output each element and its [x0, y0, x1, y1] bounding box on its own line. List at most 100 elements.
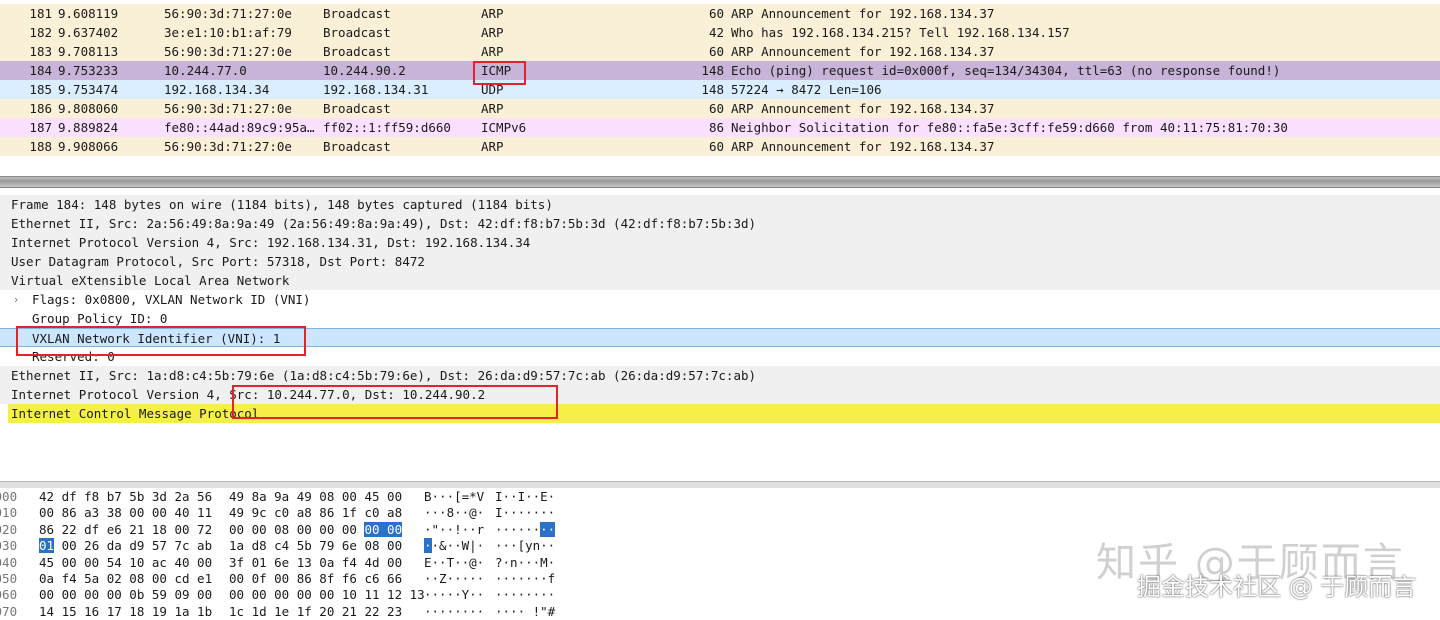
ascii-left[interactable]: ··&··W|· [424, 538, 484, 554]
ascii-text: ·····Y·· [424, 587, 485, 603]
packet-time: 9.708113 [58, 44, 119, 59]
detail-row[interactable]: Virtual eXtensible Local Area Network [0, 271, 1440, 290]
detail-row[interactable]: Ethernet II, Src: 2a:56:49:8a:9a:49 (2a:… [0, 214, 1440, 233]
hex-bytes-text: 00 26 da d9 57 7c ab [54, 538, 213, 554]
packet-time: 9.753474 [58, 82, 119, 97]
packet-row[interactable]: 184 9.753233 10.244.77.0 10.244.90.2 ICMP 148… [0, 61, 1440, 80]
ascii-right[interactable]: I······· [495, 505, 555, 521]
hex-bytes-text: 0a f4 5a 02 08 00 cd e1 [39, 571, 213, 586]
packet-info: Echo (ping) request id=0x000f, seq=134/3… [731, 63, 1281, 78]
ascii-text: E··T··@· [424, 554, 485, 570]
packet-row[interactable]: 187 9.889824 fe80::44ad:89c9:95a… ff02::1:f… [0, 118, 1440, 137]
hex-row[interactable]: 0070 14 15 16 17 18 19 1a 1b 1c 1d 1e 1f 2… [0, 604, 1440, 620]
packet-protocol: ARP [481, 101, 504, 116]
packet-row[interactable]: 188 9.908066 56:90:3d:71:27:0e Broadcast ARP… [0, 137, 1440, 156]
hex-offset: 0000 [0, 489, 18, 504]
hex-bytes-text: 00 00 00 00 00 10 11 12 13 [229, 587, 425, 603]
hex-offset: 0030 [0, 538, 18, 554]
ascii-left[interactable]: ········ [424, 604, 484, 620]
packet-info: ARP Announcement for 192.168.134.37 [731, 6, 995, 21]
ascii-right[interactable]: ········ [495, 587, 555, 603]
detail-text: Frame 184: 148 bytes on wire (1184 bits)… [11, 197, 553, 212]
ascii-right[interactable]: ········ [495, 521, 556, 538]
packet-length: 42 [708, 25, 724, 40]
hex-bytes-right[interactable]: 00 0f 00 86 8f f6 c6 66 [229, 571, 402, 587]
packet-row[interactable]: 183 9.708113 56:90:3d:71:27:0e Broadcast ARP… [0, 42, 1440, 61]
ascii-left[interactable]: ·····Y·· [424, 587, 484, 603]
packet-list[interactable]: 181 9.608119 56:90:3d:71:27:0e Broadcast ARP… [0, 0, 1440, 170]
hex-byte-selected[interactable]: 01 [39, 538, 55, 554]
ascii-selected[interactable]: · [424, 538, 432, 554]
hex-bytes-left[interactable]: 01 00 26 da d9 57 7c ab [39, 538, 212, 554]
pane-splitter-top[interactable] [0, 176, 1440, 188]
packet-row[interactable]: 186 9.808060 56:90:3d:71:27:0e Broadcast ARP… [0, 99, 1440, 118]
hex-row[interactable]: 0010 00 86 a3 38 00 00 40 11 49 9c c0 a8 8… [0, 505, 1440, 521]
ascii-right[interactable]: ·······f [495, 571, 555, 587]
ascii-selected[interactable]: ·· [540, 521, 556, 537]
ascii-text: I··I··E· [495, 489, 556, 504]
ascii-right[interactable]: ···[yn·· [495, 538, 555, 554]
detail-row[interactable]: Internet Protocol Version 4, Src: 10.244… [0, 385, 1440, 404]
hex-byte-selected[interactable]: 00 00 [364, 521, 403, 537]
hex-bytes-right[interactable]: 49 9c c0 a8 86 1f c0 a8 [229, 505, 402, 521]
ascii-text: ········ [424, 603, 485, 619]
packet-number: 188 [29, 139, 52, 154]
ascii-left[interactable]: B···[=*V [424, 489, 484, 505]
hex-bytes-left[interactable]: 86 22 df e6 21 18 00 72 [39, 522, 212, 538]
packet-destination: Broadcast [323, 101, 391, 116]
detail-row[interactable]: Frame 184: 148 bytes on wire (1184 bits)… [0, 195, 1440, 214]
packet-destination: 10.244.90.2 [323, 63, 406, 78]
packet-number: 184 [29, 63, 52, 78]
ascii-left[interactable]: ·"··!··r [424, 522, 484, 538]
hex-bytes-left[interactable]: 45 00 00 54 10 ac 40 00 [39, 555, 212, 571]
ascii-left[interactable]: ···8··@· [424, 505, 484, 521]
ascii-left[interactable]: ··Z····· [424, 571, 484, 587]
hex-bytes-right[interactable]: 3f 01 6e 13 0a f4 4d 00 [229, 555, 402, 571]
detail-text: Internet Protocol Version 4, Src: 192.16… [11, 235, 531, 250]
hex-bytes-text: 49 8a 9a 49 08 00 45 00 [229, 489, 403, 504]
detail-row[interactable]: Ethernet II, Src: 1a:d8:c4:5b:79:6e (1a:… [0, 366, 1440, 385]
detail-row[interactable]: User Datagram Protocol, Src Port: 57318,… [0, 252, 1440, 271]
packet-protocol: ARP [481, 25, 504, 40]
hex-row[interactable]: 0000 42 df f8 b7 5b 3d 2a 56 49 8a 9a 49 0… [0, 489, 1440, 505]
packet-time: 9.637402 [58, 25, 119, 40]
packet-number: 181 [29, 6, 52, 21]
packet-source: 3e:e1:10:b1:af:79 [164, 25, 292, 40]
hex-bytes-text: 45 00 00 54 10 ac 40 00 [39, 554, 213, 570]
detail-row[interactable]: Internet Protocol Version 4, Src: 192.16… [0, 233, 1440, 252]
detail-row[interactable]: › Flags: 0x0800, VXLAN Network ID (VNI) [0, 290, 1440, 309]
hex-bytes-text: 49 9c c0 a8 86 1f c0 a8 [229, 505, 403, 521]
packet-time: 9.889824 [58, 120, 119, 135]
hex-bytes-left[interactable]: 42 df f8 b7 5b 3d 2a 56 [39, 489, 212, 505]
packet-info: ARP Announcement for 192.168.134.37 [731, 139, 995, 154]
hex-bytes-right[interactable]: 00 00 08 00 00 00 00 00 [229, 521, 403, 538]
packet-length: 148 [701, 82, 724, 97]
hex-bytes-right[interactable]: 49 8a 9a 49 08 00 45 00 [229, 489, 402, 505]
packet-length: 60 [708, 44, 724, 59]
hex-bytes-left[interactable]: 00 86 a3 38 00 00 40 11 [39, 505, 212, 521]
packet-protocol: ARP [481, 139, 504, 154]
hex-bytes-left[interactable]: 0a f4 5a 02 08 00 cd e1 [39, 571, 212, 587]
packet-row[interactable]: 185 9.753474 192.168.134.34 192.168.134.31 U… [0, 80, 1440, 99]
hex-bytes-left[interactable]: 14 15 16 17 18 19 1a 1b [39, 604, 212, 620]
packet-length: 86 [708, 120, 724, 135]
ascii-right[interactable]: ?·n···M· [495, 555, 555, 571]
ascii-right[interactable]: ···· !"# [495, 604, 555, 620]
hex-bytes-right[interactable]: 00 00 00 00 00 10 11 12 13 [229, 587, 425, 603]
hex-bytes-right[interactable]: 1a d8 c4 5b 79 6e 08 00 [229, 538, 402, 554]
expand-chevron-icon[interactable]: › [14, 290, 18, 309]
hex-bytes-text: 1a d8 c4 5b 79 6e 08 00 [229, 538, 403, 554]
hex-bytes-left[interactable]: 00 00 00 00 0b 59 09 00 [39, 587, 212, 603]
packet-number: 186 [29, 101, 52, 116]
packet-length: 60 [708, 139, 724, 154]
detail-text: Ethernet II, Src: 1a:d8:c4:5b:79:6e (1a:… [11, 368, 757, 383]
packet-info: ARP Announcement for 192.168.134.37 [731, 44, 995, 59]
detail-row[interactable]: Internet Control Message Protocol [8, 404, 1440, 423]
ascii-right[interactable]: I··I··E· [495, 489, 555, 505]
detail-text: User Datagram Protocol, Src Port: 57318,… [11, 254, 425, 269]
packet-row[interactable]: 181 9.608119 56:90:3d:71:27:0e Broadcast ARP… [0, 4, 1440, 23]
packet-row[interactable]: 182 9.637402 3e:e1:10:b1:af:79 Broadcast ARP… [0, 23, 1440, 42]
hex-bytes-right[interactable]: 1c 1d 1e 1f 20 21 22 23 [229, 604, 402, 620]
detail-text: Internet Control Message Protocol [11, 406, 260, 421]
ascii-left[interactable]: E··T··@· [424, 555, 484, 571]
